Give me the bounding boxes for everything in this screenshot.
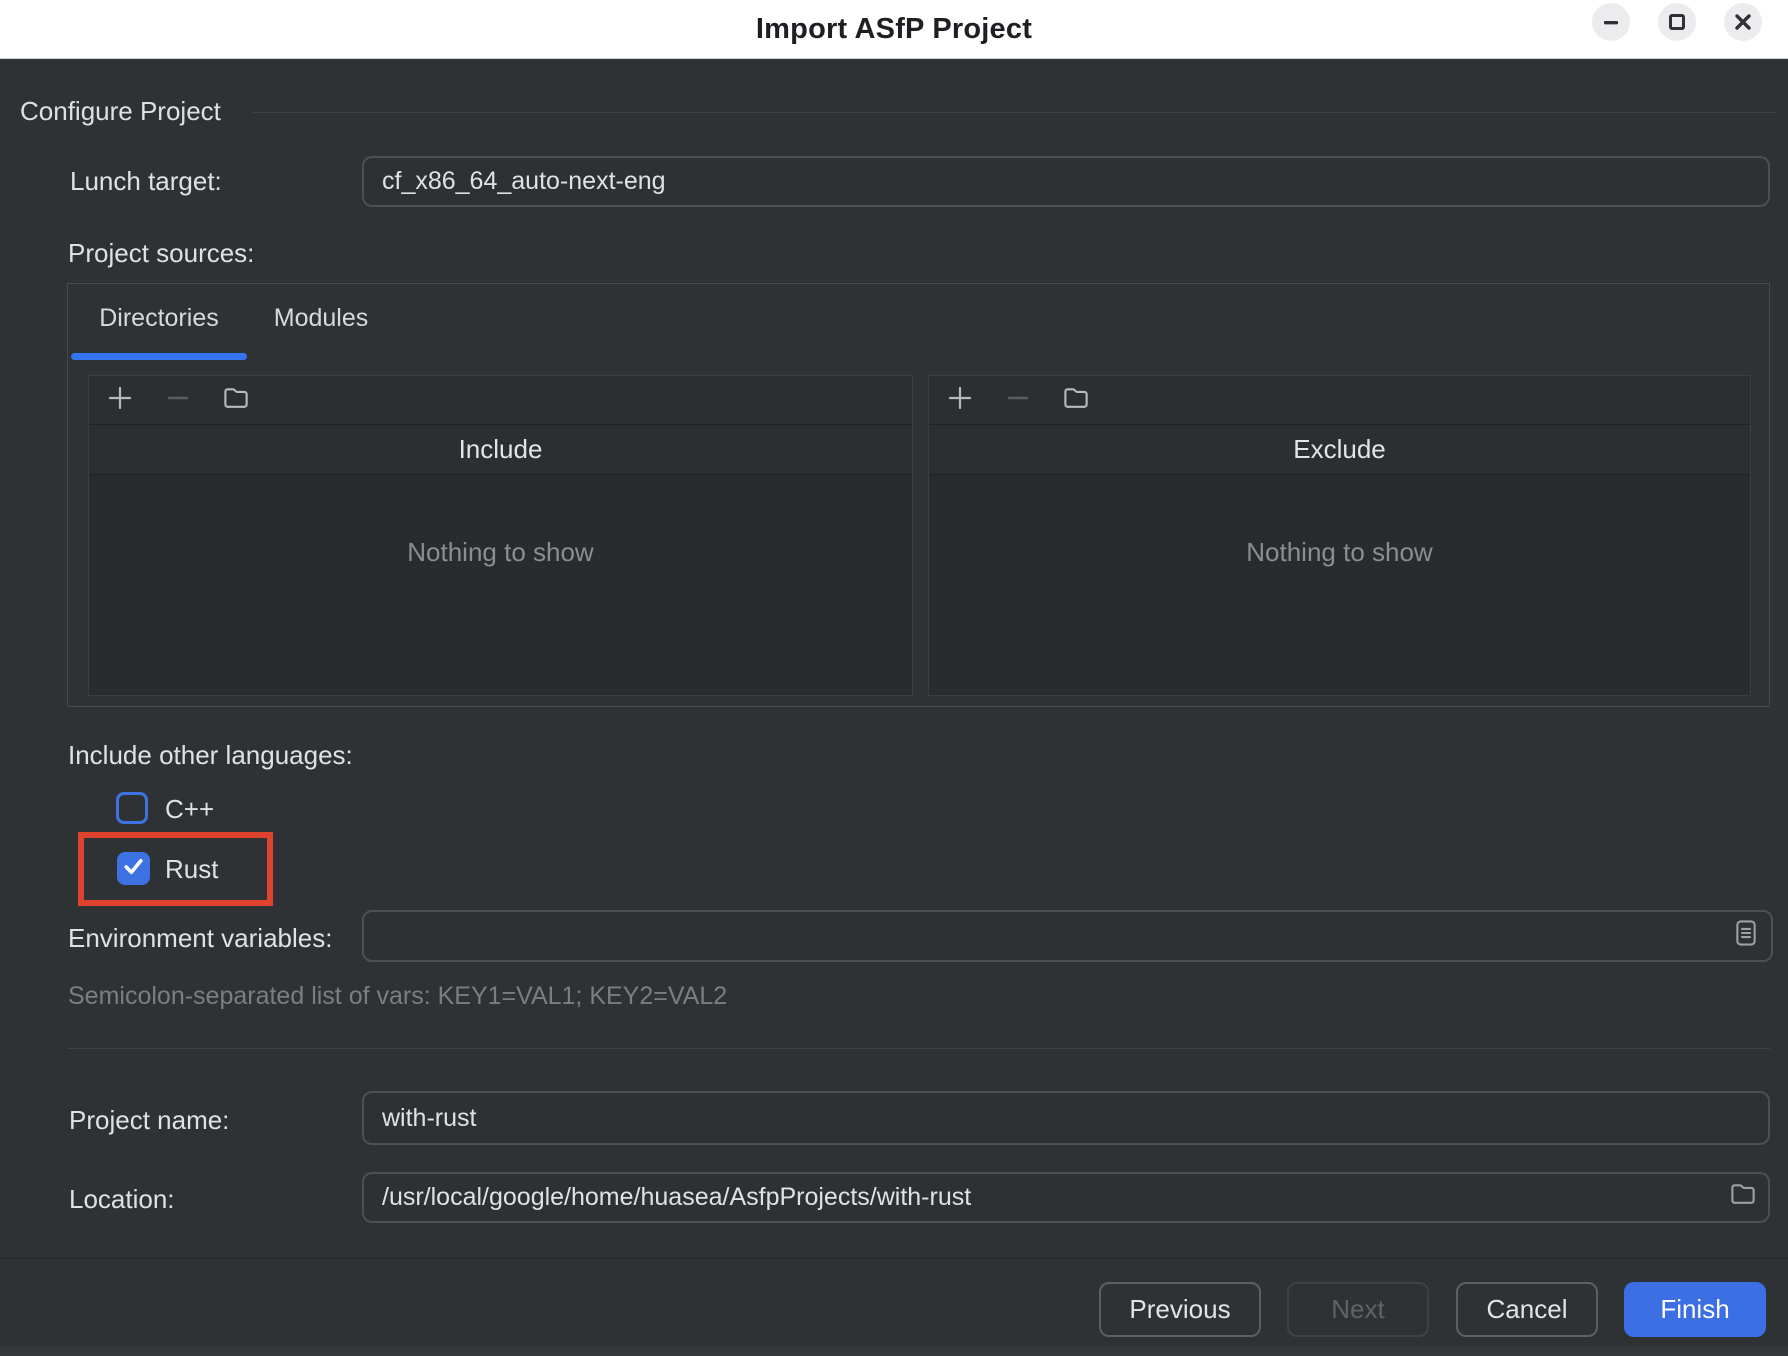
exclude-panel-list[interactable]: Nothing to show [929, 475, 1750, 695]
project-sources-container: Directories Modules [67, 283, 1770, 707]
browse-folder-button[interactable] [1726, 1181, 1760, 1215]
include-other-languages-label: Include other languages: [68, 740, 353, 771]
close-button[interactable] [1724, 3, 1762, 41]
cpp-checkbox[interactable] [116, 792, 148, 824]
minimize-icon [1601, 12, 1621, 32]
add-button[interactable] [105, 385, 135, 415]
location-value: /usr/local/google/home/huasea/AsfpProjec… [382, 1183, 1726, 1212]
exclude-panel: Exclude Nothing to show [928, 375, 1751, 696]
rust-checkbox[interactable] [117, 852, 150, 885]
tab-directories[interactable]: Directories [71, 284, 247, 353]
finish-button[interactable]: Finish [1624, 1282, 1766, 1337]
footer-divider [0, 1258, 1788, 1259]
exclude-empty-text: Nothing to show [929, 537, 1750, 568]
add-icon [106, 384, 134, 417]
folder-icon [221, 383, 251, 418]
next-button[interactable]: Next [1287, 1282, 1429, 1337]
window-bottom-edge [0, 1346, 1788, 1356]
window-controls [1592, 3, 1762, 41]
maximize-button[interactable] [1658, 3, 1696, 41]
titlebar: Import ASfP Project [0, 0, 1788, 59]
project-sources-label: Project sources: [68, 238, 254, 269]
remove-button[interactable] [1003, 385, 1033, 415]
launch-target-value: cf_x86_64_auto-next-eng [382, 167, 1750, 196]
location-field[interactable]: /usr/local/google/home/huasea/AsfpProjec… [362, 1172, 1770, 1223]
project-name-value: with-rust [382, 1104, 1750, 1133]
location-label: Location: [69, 1184, 175, 1215]
content-divider [68, 1048, 1770, 1049]
add-button[interactable] [945, 385, 975, 415]
launch-target-field[interactable]: cf_x86_64_auto-next-eng [362, 156, 1770, 207]
expand-list-button[interactable] [1729, 919, 1763, 953]
cancel-button[interactable]: Cancel [1456, 1282, 1598, 1337]
section-title: Configure Project [20, 96, 221, 127]
include-panel: Include Nothing to show [88, 375, 913, 696]
add-icon [946, 384, 974, 417]
rust-checkbox-label[interactable]: Rust [165, 854, 218, 885]
environment-variables-label: Environment variables: [68, 923, 332, 954]
checkmark-icon [121, 854, 146, 884]
include-panel-toolbar [89, 376, 912, 425]
remove-icon [164, 384, 192, 417]
active-tab-indicator [71, 353, 247, 360]
section-divider [253, 112, 1777, 113]
remove-button[interactable] [163, 385, 193, 415]
project-name-label: Project name: [69, 1105, 229, 1136]
include-panel-list[interactable]: Nothing to show [89, 475, 912, 695]
minimize-button[interactable] [1592, 3, 1630, 41]
environment-variables-field[interactable] [362, 910, 1773, 962]
folder-icon [1728, 1179, 1758, 1216]
folder-button[interactable] [221, 385, 251, 415]
previous-button[interactable]: Previous [1099, 1282, 1261, 1337]
remove-icon [1004, 384, 1032, 417]
project-name-field[interactable]: with-rust [362, 1091, 1770, 1145]
folder-icon [1061, 383, 1091, 418]
maximize-icon [1667, 12, 1687, 32]
window-title: Import ASfP Project [756, 13, 1032, 46]
environment-variables-hint: Semicolon-separated list of vars: KEY1=V… [68, 982, 727, 1011]
tab-modules[interactable]: Modules [247, 284, 395, 353]
cpp-checkbox-label[interactable]: C++ [165, 794, 214, 825]
launch-target-label: Lunch target: [70, 166, 222, 197]
include-empty-text: Nothing to show [89, 537, 912, 568]
import-asfp-project-dialog: Import ASfP Project Configure Project Lu… [0, 0, 1788, 1356]
folder-button[interactable] [1061, 385, 1091, 415]
exclude-panel-toolbar [929, 376, 1750, 425]
exclude-panel-header: Exclude [929, 425, 1750, 475]
expand-list-icon [1732, 918, 1760, 955]
close-icon [1733, 12, 1753, 32]
include-panel-header: Include [89, 425, 912, 475]
